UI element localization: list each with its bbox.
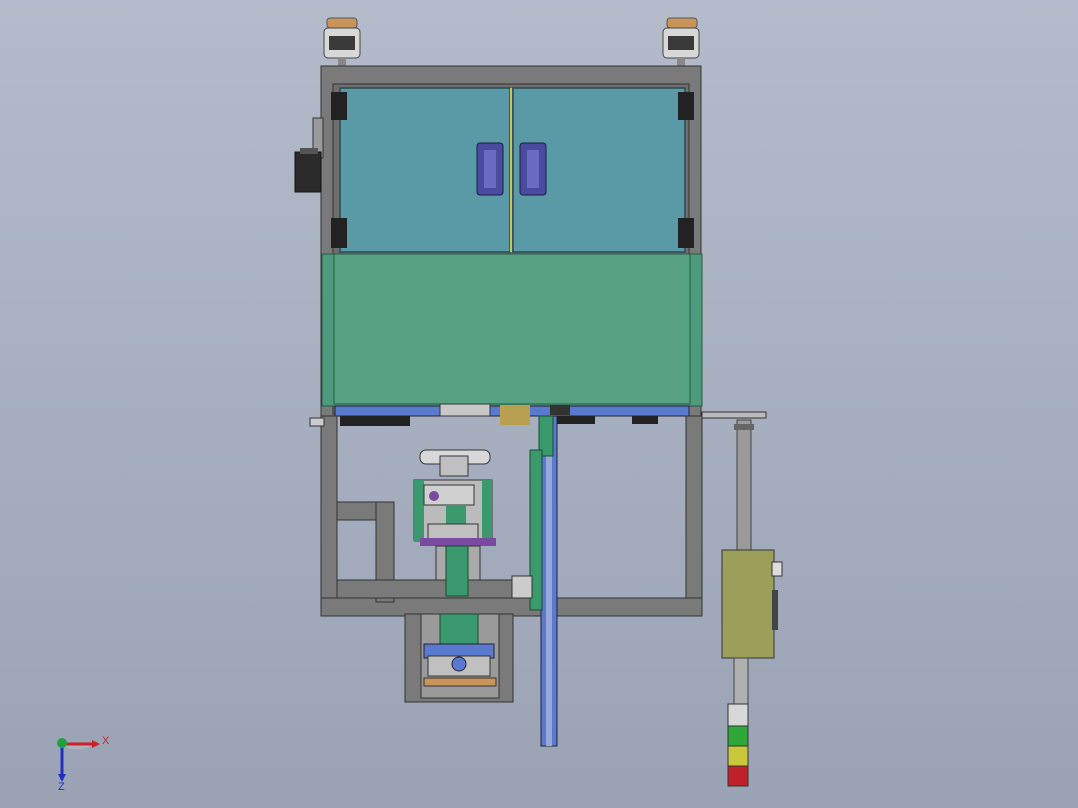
stack-light-red bbox=[727, 765, 749, 787]
axis-x-label: X bbox=[102, 735, 110, 747]
worktable-plate bbox=[334, 403, 690, 426]
stack-light bbox=[727, 703, 749, 787]
cad-viewport[interactable]: X Z bbox=[0, 0, 1078, 808]
lower-glass-panel bbox=[321, 253, 703, 407]
stack-light-yellow bbox=[727, 745, 749, 767]
axis-z-label: Z bbox=[58, 781, 65, 793]
upper-door-left[interactable] bbox=[339, 87, 511, 253]
control-box[interactable] bbox=[721, 549, 783, 659]
control-pole bbox=[734, 419, 754, 551]
upper-door-right[interactable] bbox=[512, 87, 686, 253]
stack-light-green bbox=[727, 725, 749, 747]
bracket-arm bbox=[701, 411, 767, 419]
